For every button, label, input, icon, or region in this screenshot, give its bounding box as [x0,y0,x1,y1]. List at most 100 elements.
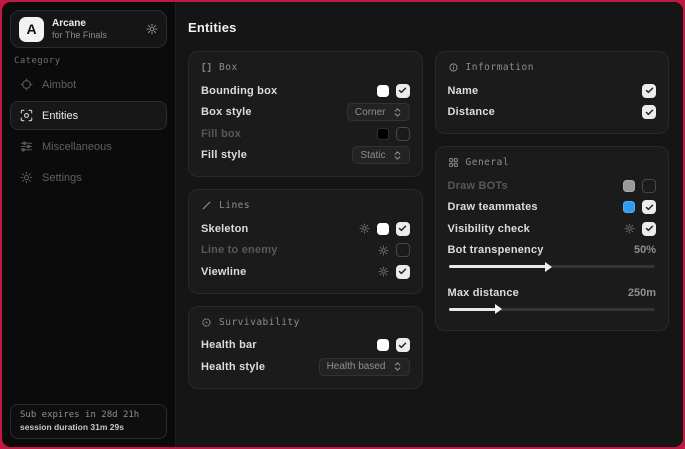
row-label: Health style [201,361,265,373]
main-panel: Entities Box Bounding box [176,2,683,447]
sidebar-item-label: Settings [42,172,82,184]
checkbox[interactable] [396,222,410,236]
health-style-dropdown[interactable]: Health based [319,358,410,376]
sidebar: A Arcane for The Finals Category [2,2,176,447]
sidebar-item-settings[interactable]: Settings [10,163,167,192]
gear-icon[interactable] [624,223,635,234]
checkbox[interactable] [642,222,656,236]
card-title: Survivability [219,317,300,328]
row-label: Visibility check [448,223,530,235]
brackets-icon [201,62,212,73]
row-label: Line to enemy [201,244,278,256]
row-fill-style: Fill style Static [201,145,410,167]
grid-icon [448,157,459,168]
row-label: Bounding box [201,85,277,97]
row-draw-bots: Draw BOTs [448,175,657,197]
color-swatch[interactable] [377,85,389,97]
checkbox[interactable] [642,200,656,214]
row-line-to-enemy: Line to enemy [201,240,410,262]
checkbox[interactable] [396,243,410,257]
row-fill-box: Fill box [201,123,410,145]
slider-value: 250m [628,287,656,299]
card-information: Information Name Distance [435,51,670,134]
row-label: Health bar [201,339,257,351]
row-health-style: Health style Health based [201,356,410,378]
info-icon [448,62,459,73]
app-logo: A [19,17,44,42]
checkbox[interactable] [396,265,410,279]
row-label: Name [448,85,479,97]
card-title: Information [466,62,534,73]
row-draw-teammates: Draw teammates [448,197,657,219]
checkbox[interactable] [642,105,656,119]
checkbox[interactable] [396,338,410,352]
row-label: Bot transpenency [448,244,544,256]
max-distance-slider[interactable] [449,308,656,311]
checkbox[interactable] [642,179,656,193]
card-box: Box Bounding box Box style [188,51,423,177]
row-visibility-check: Visibility check [448,218,657,240]
checkbox[interactable] [396,127,410,141]
row-label: Fill style [201,149,247,161]
dropdown-value: Static [360,150,385,161]
slider-value: 50% [634,244,656,256]
color-swatch[interactable] [623,201,635,213]
chevrons-up-down-icon [393,107,402,118]
row-label: Distance [448,106,495,118]
row-box-style: Box style Corner [201,102,410,124]
session-duration-text: session duration 31m 29s [20,422,157,432]
gear-icon[interactable] [146,23,158,35]
sidebar-item-label: Entities [42,110,78,122]
row-label: Box style [201,106,252,118]
row-label: Viewline [201,266,246,278]
card-survivability: Survivability Health bar Health style [188,306,423,389]
gear-icon [20,171,33,184]
dropdown-value: Health based [327,361,386,372]
chevrons-up-down-icon [393,361,402,372]
row-label: Skeleton [201,223,248,235]
slider-handle[interactable] [449,308,496,311]
app-window: A Arcane for The Finals Category [2,2,683,447]
sidebar-item-aimbot[interactable]: Aimbot [10,70,167,99]
color-swatch[interactable] [377,128,389,140]
row-max-distance: Max distance 250m [448,282,657,304]
color-swatch[interactable] [623,180,635,192]
target-circle-icon [201,317,212,328]
color-swatch[interactable] [377,339,389,351]
slider-handle[interactable] [449,265,546,268]
subscription-info: Sub expires in 28d 21h session duration … [10,404,167,439]
sidebar-item-entities[interactable]: Entities [10,101,167,130]
fill-style-dropdown[interactable]: Static [352,146,409,164]
brand-card[interactable]: A Arcane for The Finals [10,10,167,48]
card-general: General Draw BOTs Draw teammates [435,146,670,331]
card-title: Box [219,62,238,73]
row-name: Name [448,80,657,102]
color-swatch[interactable] [377,223,389,235]
gear-icon[interactable] [378,245,389,256]
row-label: Draw teammates [448,201,538,213]
sub-expiry-text: Sub expires in 28d 21h [20,410,157,420]
screen-background: A Arcane for The Finals Category [0,0,685,449]
card-title: Lines [219,200,250,211]
bot-transparency-slider[interactable] [449,265,656,268]
box-style-dropdown[interactable]: Corner [347,103,410,121]
crosshair-icon [20,78,33,91]
sidebar-item-miscellaneous[interactable]: Miscellaneous [10,132,167,161]
app-title: Arcane [52,18,138,30]
sliders-icon [20,140,33,153]
category-label: Category [14,56,163,66]
dropdown-value: Corner [355,107,386,118]
row-health-bar: Health bar [201,335,410,357]
row-label: Max distance [448,287,519,299]
row-label: Draw BOTs [448,180,508,192]
page-title: Entities [188,20,669,35]
checkbox[interactable] [396,84,410,98]
card-lines: Lines Skeleton [188,189,423,294]
checkbox[interactable] [642,84,656,98]
gear-icon[interactable] [378,266,389,277]
sidebar-nav: Aimbot Entities [2,70,175,192]
row-bounding-box: Bounding box [201,80,410,102]
gear-icon[interactable] [359,223,370,234]
row-bot-transparency: Bot transpenency 50% [448,240,657,262]
diagonal-line-icon [201,200,212,211]
